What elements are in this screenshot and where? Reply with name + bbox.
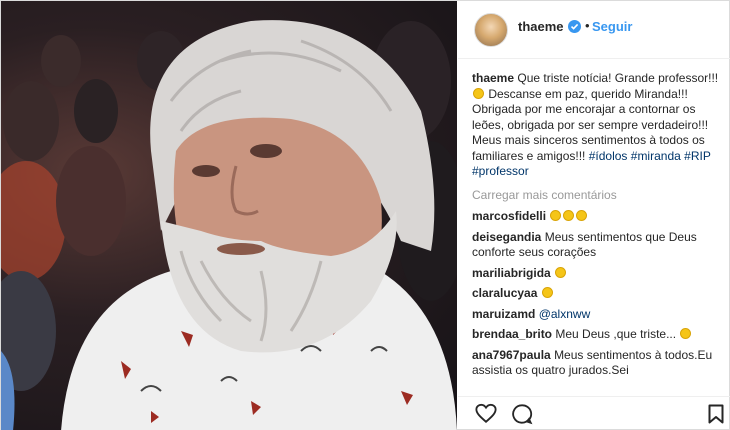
hashtag-rip[interactable]: #RIP [684,149,710,163]
comment-username[interactable]: brendaa_brito [472,327,552,341]
post-caption: thaeme Que triste notícia! Grande profes… [472,71,720,180]
sad-emoji-icon [576,210,588,221]
heart-icon[interactable] [475,403,497,429]
comment-item: brendaa_brito Meu Deus ,que triste... [472,327,720,343]
comment-item: maruizamd @alxnww [472,307,720,323]
comment-username[interactable]: claralucyaa [472,286,537,300]
sad-emoji-icon [555,266,567,278]
comment-item: marcosfidelli [472,209,720,225]
comment-username[interactable]: maruizamd [472,307,535,321]
comment-username[interactable]: deisegandia [472,230,541,244]
avatar[interactable] [474,13,508,47]
caption-text-1: Que triste notícia! Grande professor!!! [517,71,719,85]
surprised-emoji-icon [680,328,692,339]
sad-emoji-icon [541,287,553,298]
hashtag-professor[interactable]: #professor [472,164,529,178]
comment-item: deisegandia Meus sentimentos que Deus co… [472,230,720,261]
comment-icon[interactable] [511,403,533,430]
comment-username[interactable]: marcosfidelli [472,209,546,223]
follow-button[interactable]: Seguir [592,19,632,34]
post-side-panel: thaeme • Seguir thaeme Que triste notíci… [458,1,730,430]
sad-emoji-icon [563,210,575,221]
comment-item: mariliabrigida [472,266,720,282]
post-photo[interactable] [1,1,457,430]
post-actions-bar [458,396,730,430]
comments-list: thaeme Que triste notícia! Grande profes… [472,71,720,393]
comment-item: ana7967paula Meus sentimentos à todos.Eu… [472,348,720,379]
separator-dot: • [585,18,590,33]
sad-emoji-icon [473,87,484,99]
hashtag-miranda[interactable]: #miranda [631,149,681,163]
sad-emoji-icon [550,210,562,221]
bookmark-icon[interactable] [708,404,724,429]
header-username[interactable]: thaeme [518,19,564,34]
post-image-illustration [1,20,457,430]
caption-username[interactable]: thaeme [472,71,514,85]
hashtag-idolos[interactable]: #ídolos [589,149,628,163]
comment-mention[interactable]: @alxnww [539,307,591,321]
instagram-post: thaeme • Seguir thaeme Que triste notíci… [0,0,730,430]
comment-text: Meu Deus ,que triste... [555,327,677,341]
verified-badge-icon [568,20,581,33]
comment-username[interactable]: ana7967paula [472,348,551,362]
post-header: thaeme • Seguir [458,1,730,59]
comment-item: claralucyaa [472,286,720,302]
comment-username[interactable]: mariliabrigida [472,266,551,280]
load-more-comments-button[interactable]: Carregar mais comentários [472,188,720,204]
